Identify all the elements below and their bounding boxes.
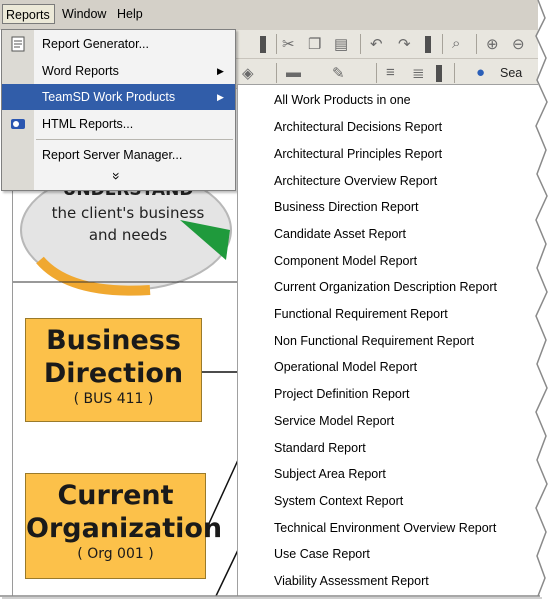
torn-edge-border [0,0,555,599]
